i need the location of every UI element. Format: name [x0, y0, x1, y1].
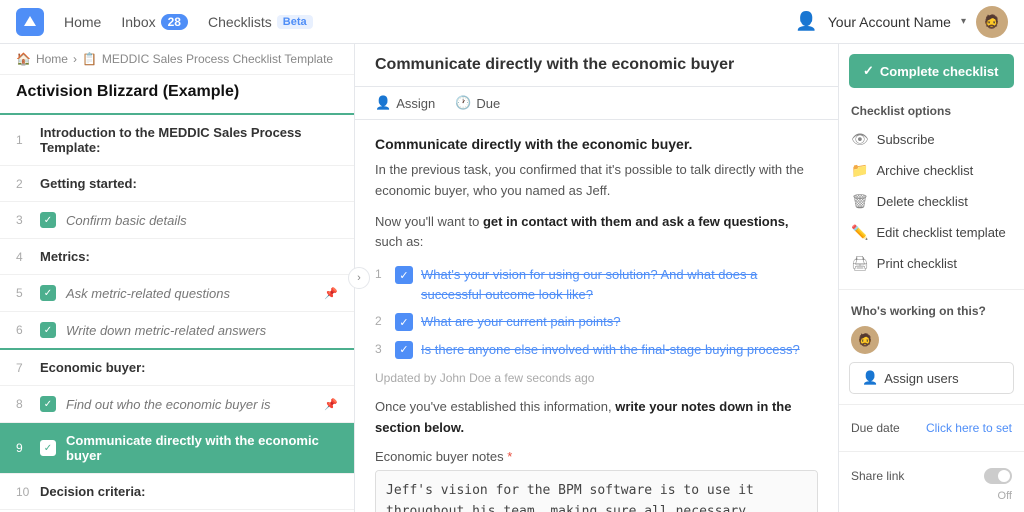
divider-1 — [839, 289, 1024, 290]
notes-textarea[interactable]: Jeff's vision for the BPM software is to… — [375, 470, 818, 512]
person-plus-icon: 👤 — [862, 370, 878, 386]
option-print[interactable]: 🖨 Print checklist — [839, 248, 1024, 279]
checkbox-3: ✓ — [40, 212, 56, 228]
checklist-item-6[interactable]: 6 ✓ Write down metric-related answers — [0, 312, 354, 350]
checklist-item-8[interactable]: 8 ✓ Find out who the economic buyer is 📌 — [0, 386, 354, 423]
print-icon: 🖨 — [851, 255, 869, 272]
bullet-3: 3 ✓ Is there anyone else involved with t… — [375, 340, 818, 360]
bullet-1: 1 ✓ What's your vision for using our sol… — [375, 265, 818, 304]
body-title: Communicate directly with the economic b… — [375, 136, 818, 152]
left-sidebar: 🏠 Home › 📋 MEDDIC Sales Process Checklis… — [0, 44, 355, 512]
checklist-item-10[interactable]: 10 Decision criteria: — [0, 474, 354, 510]
toggle-label: Off — [839, 490, 1024, 502]
content-body: Communicate directly with the economic b… — [355, 120, 838, 512]
checklist-options-label: Checklist options — [839, 100, 1024, 124]
divider-3 — [839, 451, 1024, 452]
option-subscribe[interactable]: 👁 Subscribe — [839, 124, 1024, 155]
check-icon: ✓ — [863, 63, 874, 79]
breadcrumb-sep-icon: 📋 — [82, 52, 97, 66]
checkbox-5: ✓ — [40, 285, 56, 301]
checklist-item-5[interactable]: 5 ✓ Ask metric-related questions 📌 — [0, 275, 354, 312]
eye-icon: 👁 — [851, 131, 869, 148]
worker-avatar: 🧔 — [851, 326, 879, 354]
option-edit-template[interactable]: ✏️ Edit checklist template — [839, 217, 1024, 248]
beta-badge: Beta — [277, 15, 313, 29]
pin-icon-5: 📌 — [324, 287, 338, 300]
due-date-link[interactable]: Click here to set — [926, 421, 1012, 435]
share-link-row: Share link — [839, 462, 1024, 490]
assign-button[interactable]: 👤 Assign — [375, 95, 435, 111]
due-date-row: Due date Click here to set — [839, 415, 1024, 441]
checklist-item-4[interactable]: 4 Metrics: — [0, 239, 354, 275]
nav-inbox[interactable]: Inbox 28 — [121, 14, 188, 30]
option-delete[interactable]: 🗑 Delete checklist — [839, 186, 1024, 217]
content-header: Communicate directly with the economic b… — [355, 44, 838, 87]
content-actions: 👤 Assign 🕐 Due — [355, 87, 838, 120]
inbox-badge: 28 — [161, 14, 188, 30]
checklist-item-1[interactable]: 1 Introduction to the MEDDIC Sales Proce… — [0, 115, 354, 166]
breadcrumb-home[interactable]: 🏠 — [16, 52, 31, 66]
checklist-items-list: 1 Introduction to the MEDDIC Sales Proce… — [0, 115, 354, 512]
due-button[interactable]: 🕐 Due — [455, 95, 500, 111]
notes-section: Economic buyer notes * Jeff's vision for… — [375, 449, 818, 512]
topnav: Home Inbox 28 Checklists Beta 👤 Your Acc… — [0, 0, 1024, 44]
right-panel: ✓ Complete checklist Checklist options 👁… — [839, 44, 1024, 512]
bullet-2: 2 ✓ What are your current pain points? — [375, 312, 818, 332]
checklist-item-7[interactable]: 7 Economic buyer: — [0, 350, 354, 386]
checkbox-8: ✓ — [40, 396, 56, 412]
notes-section-text: Once you've established this information… — [375, 397, 818, 439]
bullet-check-3: ✓ — [395, 341, 413, 359]
breadcrumb: 🏠 Home › 📋 MEDDIC Sales Process Checklis… — [0, 44, 354, 75]
account-chevron[interactable]: ▾ — [961, 16, 966, 27]
pin-icon-8: 📌 — [324, 398, 338, 411]
option-archive[interactable]: 📁 Archive checklist — [839, 155, 1024, 186]
clock-icon: 🕐 — [455, 95, 471, 111]
avatar[interactable]: 🧔 — [976, 6, 1008, 38]
assign-users-button[interactable]: 👤 Assign users — [849, 362, 1014, 394]
checklist-bullets: 1 ✓ What's your vision for using our sol… — [375, 265, 818, 359]
bullet-check-2: ✓ — [395, 313, 413, 331]
main-content: Communicate directly with the economic b… — [355, 44, 839, 512]
share-link-toggle[interactable] — [984, 468, 1012, 484]
body-cta: Now you'll want to get in contact with t… — [375, 212, 818, 254]
notes-label: Economic buyer notes * — [375, 449, 818, 464]
checkbox-6: ✓ — [40, 322, 56, 338]
assign-icon: 👤 — [375, 95, 391, 111]
checklist-item-9[interactable]: 9 ✓ Communicate directly with the econom… — [0, 423, 354, 474]
sidebar-title: Activision Blizzard (Example) — [0, 75, 354, 115]
divider-2 — [839, 404, 1024, 405]
account-area: 👤 Your Account Name ▾ 🧔 — [795, 6, 1008, 38]
content-title: Communicate directly with the economic b… — [375, 56, 734, 74]
edit-icon: ✏️ — [851, 224, 868, 241]
nav-checklists[interactable]: Checklists Beta — [208, 14, 313, 30]
collapse-sidebar-button[interactable]: › — [348, 267, 370, 289]
body-intro: In the previous task, you confirmed that… — [375, 160, 818, 202]
archive-icon: 📁 — [851, 162, 868, 179]
complete-checklist-button[interactable]: ✓ Complete checklist — [849, 54, 1014, 88]
account-icon: 👤 — [795, 11, 817, 32]
nav-home[interactable]: Home — [64, 14, 101, 30]
checklist-item-2[interactable]: 2 Getting started: — [0, 166, 354, 202]
checkbox-9: ✓ — [40, 440, 56, 456]
working-on-label: Who's working on this? — [839, 300, 1024, 326]
trash-icon: 🗑 — [851, 193, 869, 210]
logo[interactable] — [16, 8, 44, 36]
checklist-item-3[interactable]: 3 ✓ Confirm basic details — [0, 202, 354, 239]
updated-by-1: Updated by John Doe a few seconds ago — [375, 371, 818, 385]
account-name: Your Account Name — [828, 14, 951, 30]
bullet-check-1: ✓ — [395, 266, 413, 284]
